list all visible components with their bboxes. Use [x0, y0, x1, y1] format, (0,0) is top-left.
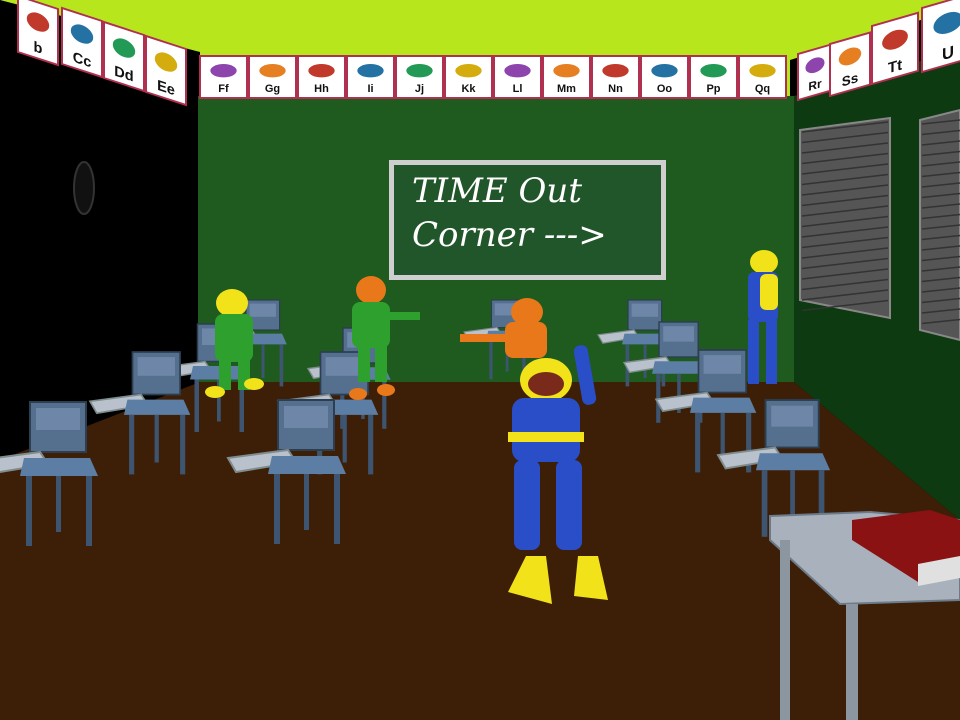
- classroom-scene: TIME Out Corner ---> b Cc Dd Ee Ff Gg Hh Ii Jj Kk…: [0, 0, 960, 720]
- diver-green-orange-character: [349, 276, 420, 400]
- diver-orange-character: [460, 298, 547, 358]
- characters-layer: [205, 250, 960, 604]
- book: [852, 510, 960, 586]
- diver-blue-waving-character: [508, 345, 608, 604]
- diver-blue-standing-character: [748, 250, 778, 384]
- diver-green-character: [205, 289, 264, 398]
